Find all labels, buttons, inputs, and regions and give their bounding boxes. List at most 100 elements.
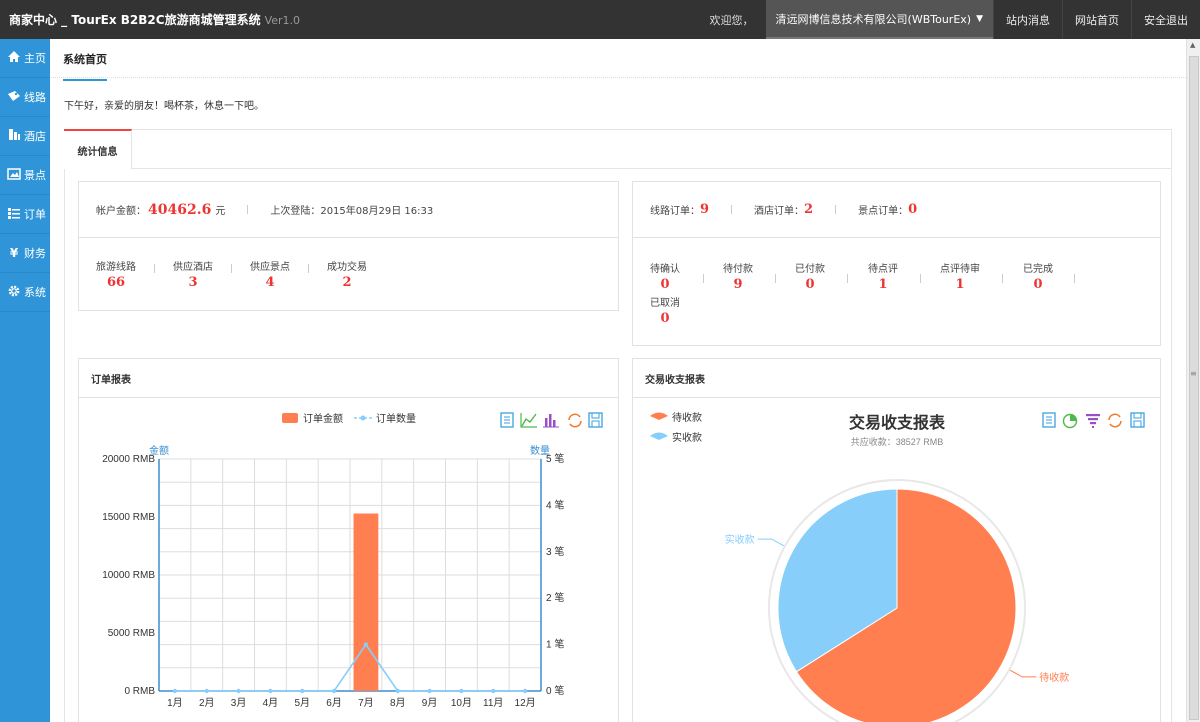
status-value: 0 [805,277,815,292]
vertical-scrollbar[interactable]: ▲ ≡ [1186,39,1200,722]
sidebar-item-routes[interactable]: 线路 [0,78,50,117]
bar-chart-icon[interactable] [543,414,559,428]
nav-logout[interactable]: 安全退出 [1131,0,1200,39]
divider [703,274,704,283]
pie-chart-icon[interactable] [1062,413,1078,429]
sidebar-item-label: 酒店 [24,130,46,143]
legend-swatch-amount[interactable] [282,413,298,423]
sidebar-item-orders[interactable]: 订单 [0,195,50,234]
line-chart-icon[interactable] [520,413,537,428]
point-order-count[interactable] [363,642,369,647]
refresh-icon[interactable] [1108,413,1122,428]
company-dropdown[interactable]: 清远网博信息技术有限公司(WBTourEx) ▼ [765,0,993,39]
point-order-count[interactable] [459,688,464,694]
point-order-count[interactable] [236,688,241,694]
point-order-count[interactable] [395,688,400,694]
pie-title: 交易收支报表 [849,413,946,432]
scenery-icon [6,167,22,183]
legend-pending-label[interactable]: 待收款 [672,411,702,424]
legend-swatch-received[interactable] [650,432,668,441]
x-tick-label: 7月 [358,697,374,709]
data-view-icon[interactable] [1042,412,1056,428]
sidebar-item-finance[interactable]: ¥ 财务 [0,234,50,273]
order-count-value: 0 [908,202,918,217]
status-value: 1 [878,277,888,292]
status-label: 待确认 [650,264,680,275]
main-content: 系统首页 下午好，亲爱的朋友！喝杯茶，休息一下吧。 统计信息 帐户金额： 404… [51,39,1186,722]
pie-label-line [757,538,785,547]
pie-slice-label: 实收款 [725,533,755,546]
point-order-count[interactable] [204,688,209,694]
point-order-count[interactable] [427,688,432,694]
scroll-up-icon[interactable]: ▲ [1190,41,1195,49]
save-image-icon[interactable] [588,412,603,428]
order-count-label: 线路订单： [650,206,700,217]
sidebar-item-home[interactable]: 主页 [0,39,50,78]
y-tick-label: 0 RMB [124,686,155,697]
legend-amount-label[interactable]: 订单金额 [303,412,343,425]
x-tick-label: 12月 [515,697,536,709]
legend-swatch-pending[interactable] [650,412,668,421]
data-view-icon[interactable] [500,412,514,428]
y-tick-label: 10000 RMB [102,570,155,581]
panel-tabs: 统计信息 [64,129,1171,169]
refresh-icon[interactable] [568,413,582,428]
x-tick-label: 9月 [422,697,438,709]
stat-label: 供应酒店 [173,262,213,273]
sidebar: 主页 线路 酒店 景点 订单 ¥ 财务 系统 [0,39,50,722]
point-order-count[interactable] [268,688,273,694]
tab-system-home[interactable]: 系统首页 [63,51,107,81]
status-label: 待付款 [723,264,753,275]
sidebar-item-system[interactable]: 系统 [0,273,50,312]
status-cancelled: 已取消 0 [650,294,680,326]
y-tick-label: 15000 RMB [102,512,155,523]
pie-slice-label: 待收款 [1039,671,1069,684]
tab-statistics[interactable]: 统计信息 [64,129,132,169]
save-image-icon[interactable] [1130,412,1145,428]
status-value: 0 [660,277,670,292]
sidebar-item-scenery[interactable]: 景点 [0,156,50,195]
divider [308,264,309,273]
sidebar-item-label: 订单 [24,208,46,221]
stat-value: 2 [342,275,352,290]
divider [231,264,232,273]
divider [731,205,733,214]
stat-value: 4 [265,275,275,290]
status-label: 已取消 [650,298,680,309]
nav-site-home[interactable]: 网站首页 [1062,0,1131,39]
trade-report-box-title: 交易收支报表 [633,359,1160,398]
stat-hotels: 供应酒店 3 [173,258,213,290]
x-tick-label: 5月 [294,697,310,709]
scrollbar-grip-icon: ≡ [1190,369,1197,378]
x-tick-label: 8月 [390,697,406,709]
status-value: 0 [660,311,670,326]
status-value: 1 [955,277,965,292]
sidebar-item-hotels[interactable]: 酒店 [0,117,50,156]
point-order-count[interactable] [522,688,528,694]
status-pending-payment: 待付款 9 [723,260,753,292]
bar-order-amount[interactable] [353,513,379,691]
app-title-text: 商家中心 _ TourEx B2B2C旅游商城管理系统 [9,13,261,27]
x-tick-label: 6月 [326,697,342,709]
order-summary-box: 线路订单： 9 酒店订单： 2 景点订单： 0 待确认 0 待付款 9 已付款 0 待点评 1… [632,181,1161,346]
top-bar: 商家中心 _ TourEx B2B2C旅游商城管理系统 Ver1.0 欢迎您， 清… [0,0,1200,39]
yen-icon: ¥ [9,246,19,260]
point-order-count[interactable] [172,688,178,694]
legend-count-label[interactable]: 订单数量 [376,412,416,425]
y-right-tick-label: 2 笔 [546,591,564,604]
point-order-count[interactable] [300,688,305,694]
scrollbar-thumb[interactable] [1189,56,1199,720]
funnel-icon[interactable] [1086,414,1100,428]
point-order-count[interactable] [491,688,496,694]
nav-messages[interactable]: 站内消息 [993,0,1062,39]
status-label: 已完成 [1023,264,1053,275]
legend-received-label[interactable]: 实收款 [672,431,702,444]
pie-subtitle: 共应收款：38527 RMB [851,436,944,447]
balance-unit: 元 [215,206,226,217]
sidebar-item-label: 景点 [24,169,46,182]
x-tick-label: 3月 [231,697,247,709]
point-order-count[interactable] [331,688,337,694]
stat-label: 供应景点 [250,262,290,273]
stat-scenery: 供应景点 4 [250,258,290,290]
x-tick-label: 11月 [483,697,503,709]
